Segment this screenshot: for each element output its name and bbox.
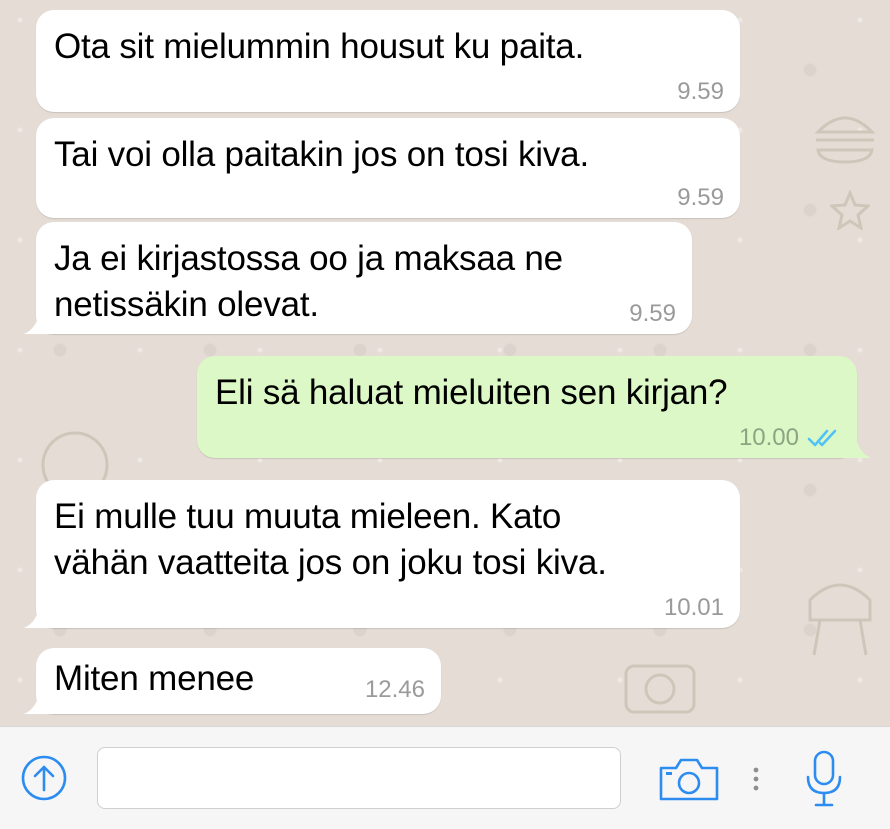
incoming-message-bubble[interactable]: Ota sit mielummin housut ku paita. 9.59 — [36, 10, 740, 112]
upload-arrow-icon[interactable] — [20, 754, 68, 802]
bubble-tail — [24, 308, 54, 334]
background-doodle-burger-icon — [814, 116, 876, 164]
whatsapp-chat-screen: Ota sit mielummin housut ku paita. 9.59 … — [0, 0, 890, 829]
message-timestamp: 9.59 — [629, 300, 676, 327]
bubble-tail — [841, 432, 871, 458]
incoming-message-bubble[interactable]: Ei mulle tuu muuta mieleen. Kato vähän v… — [24, 480, 740, 628]
message-meta: 10.00 — [739, 424, 841, 452]
message-text-line: vähän vaatteita jos on joku tosi kiva. — [54, 543, 607, 582]
microphone-icon[interactable] — [804, 749, 844, 809]
message-text: Eli sä haluat mieluiten sen kirjan? — [215, 373, 728, 412]
bubble-tail — [24, 688, 54, 714]
message-text: Tai voi olla paitakin jos on tosi kiva. — [54, 135, 589, 174]
message-timestamp: 9.59 — [677, 78, 724, 105]
more-vertical-icon[interactable] — [750, 765, 762, 793]
conversation-area[interactable]: Ota sit mielummin housut ku paita. 9.59 … — [0, 0, 890, 726]
message-timestamp: 9.59 — [677, 184, 724, 211]
double-check-read-icon — [807, 429, 837, 447]
background-doodle-camera-icon — [624, 664, 696, 714]
outgoing-message-bubble[interactable]: Eli sä haluat mieluiten sen kirjan? 10.0… — [197, 356, 871, 458]
message-text: Ota sit mielummin housut ku paita. — [54, 27, 585, 66]
camera-icon[interactable] — [658, 756, 720, 802]
background-doodle-star-icon — [830, 190, 870, 230]
message-input[interactable] — [97, 747, 621, 809]
incoming-message-bubble[interactable]: Tai voi olla paitakin jos on tosi kiva. … — [36, 118, 740, 218]
message-timestamp: 10.00 — [738, 424, 799, 451]
message-text-line: netissäkin olevat. — [54, 285, 319, 324]
message-timestamp: 10.01 — [663, 594, 724, 621]
bubble-tail — [24, 602, 54, 628]
message-text-line: Ja ei kirjastossa oo ja maksaa ne — [54, 239, 563, 278]
incoming-message-bubble[interactable]: Miten menee 12.46 — [24, 648, 441, 714]
message-text-line: Ei mulle tuu muuta mieleen. Kato — [54, 497, 562, 536]
background-doodle-chair-icon — [808, 583, 872, 656]
incoming-message-bubble[interactable]: Ja ei kirjastossa oo ja maksaa ne netiss… — [24, 222, 692, 334]
message-timestamp: 12.46 — [364, 676, 425, 703]
message-composer-bar — [0, 726, 890, 829]
